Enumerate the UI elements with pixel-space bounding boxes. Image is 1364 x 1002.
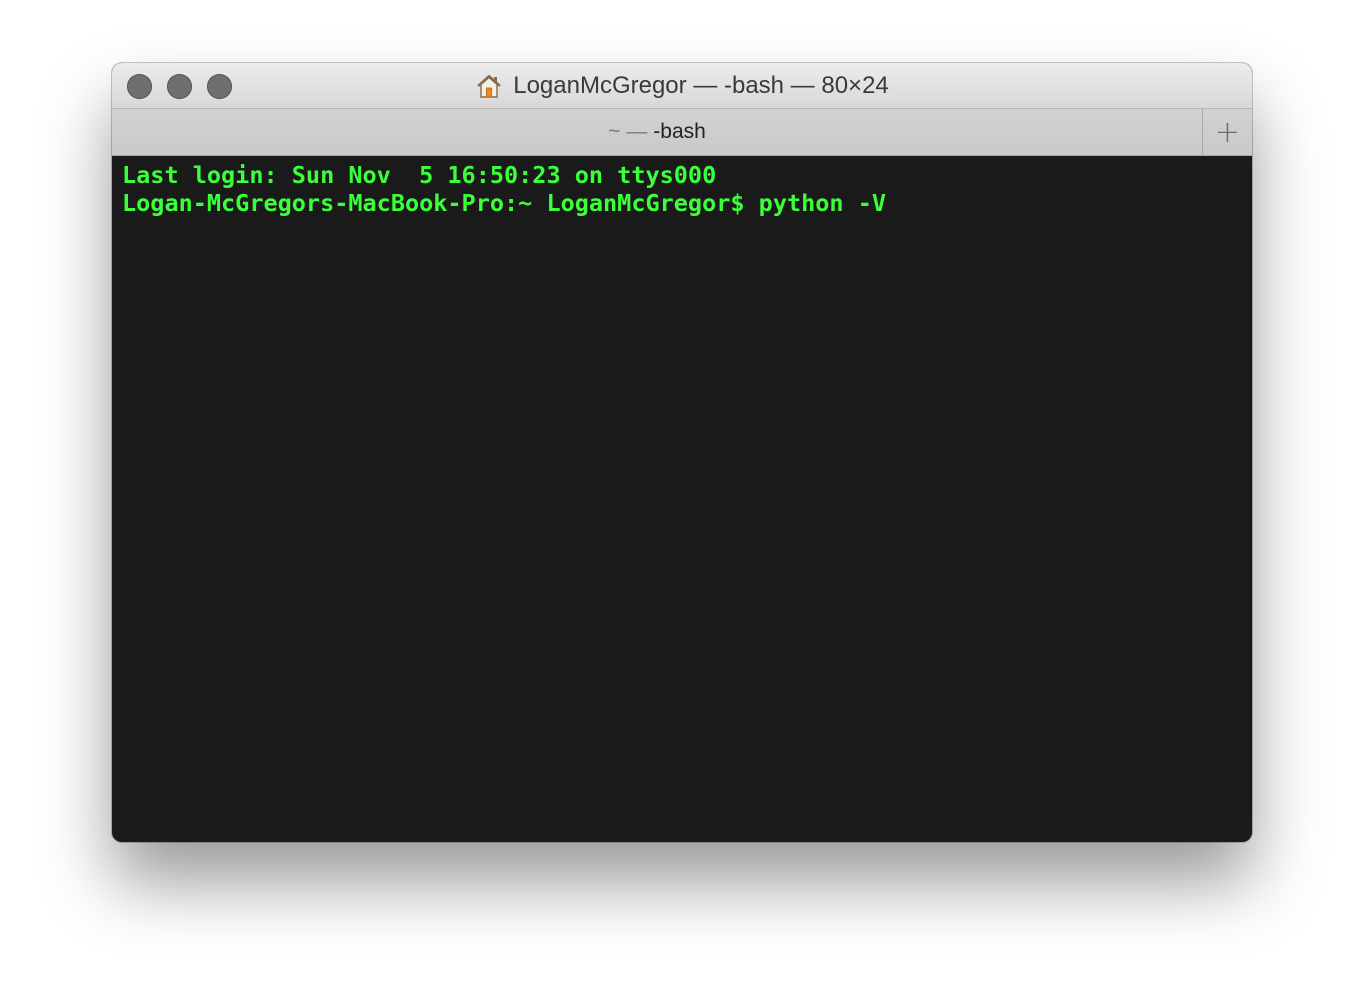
- terminal-line-last-login: Last login: Sun Nov 5 16:50:23 on ttys00…: [122, 161, 717, 189]
- terminal-output[interactable]: Last login: Sun Nov 5 16:50:23 on ttys00…: [112, 156, 1252, 842]
- tab-label: -bash: [653, 120, 706, 143]
- title-bar[interactable]: LoganMcGregor — -bash — 80×24: [112, 63, 1252, 109]
- window-title: LoganMcGregor — -bash — 80×24: [513, 72, 889, 99]
- home-icon: [475, 72, 503, 100]
- plus-icon: +: [1214, 114, 1241, 150]
- tab-prefix: ~ —: [608, 120, 648, 143]
- terminal-line-prompt: Logan-McGregors-MacBook-Pro:~ LoganMcGre…: [122, 189, 887, 217]
- terminal-window: LoganMcGregor — -bash — 80×24 ~ — -bash …: [112, 63, 1252, 842]
- tab-bash[interactable]: ~ — -bash: [112, 109, 1202, 155]
- tab-bar: ~ — -bash +: [112, 109, 1252, 156]
- window-title-group: LoganMcGregor — -bash — 80×24: [112, 63, 1252, 109]
- new-tab-button[interactable]: +: [1202, 109, 1252, 155]
